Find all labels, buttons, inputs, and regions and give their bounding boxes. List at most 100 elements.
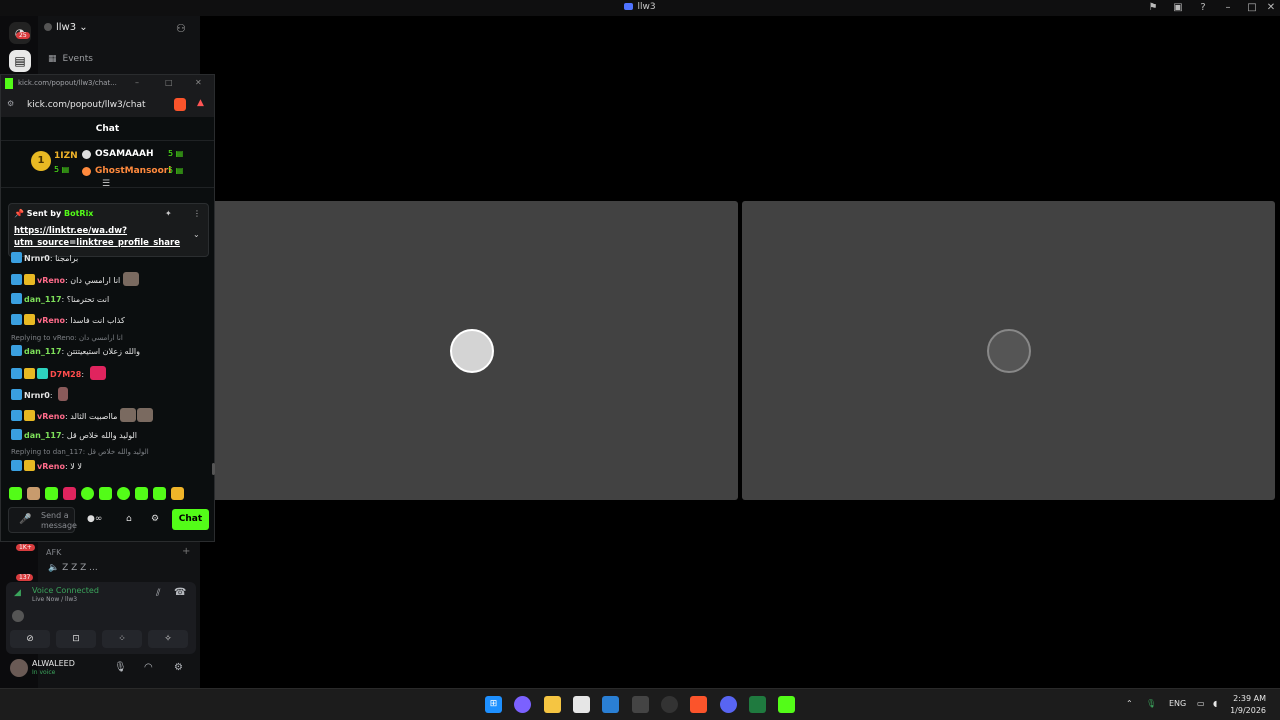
unpin-icon[interactable]: ✦ <box>165 209 172 218</box>
badge-icon <box>11 293 22 304</box>
popout-close-button[interactable]: ✕ <box>195 78 202 87</box>
expand-menu-icon[interactable]: ☰ <box>102 179 110 189</box>
video-tile-2[interactable] <box>742 201 1275 500</box>
chat-input[interactable]: 🎤 Send a message <box>8 507 77 533</box>
store-icon[interactable]: ⌂ <box>126 514 132 524</box>
language-indicator[interactable]: ENG <box>1169 699 1186 708</box>
windows-start-icon[interactable]: ⊞ <box>485 696 502 713</box>
popout-minimize-button[interactable]: – <box>135 78 139 87</box>
microphone-icon[interactable]: 🎙 <box>114 662 127 673</box>
microphone-icon[interactable]: 🎤 <box>19 514 31 525</box>
emote-icon <box>123 272 140 286</box>
chat-message[interactable]: D7M28: <box>11 366 106 380</box>
help-icon[interactable]: ? <box>1196 1 1210 15</box>
close-button[interactable]: ✕ <box>1264 1 1278 15</box>
emote-icon[interactable] <box>171 487 184 500</box>
copilot-icon[interactable] <box>514 696 531 713</box>
server-icon[interactable]: ▤ <box>9 50 31 72</box>
badge-icon <box>11 460 22 471</box>
activities-button[interactable]: ⁘ <box>102 630 142 648</box>
file-explorer-icon[interactable] <box>544 696 561 713</box>
chat-message[interactable]: dan_117: انت تحترمنا؟ <box>11 293 109 304</box>
pin-icon: 📌 <box>14 209 27 218</box>
brave-shield-icon[interactable] <box>174 98 186 111</box>
chat-message[interactable]: Nrnr0: <box>11 387 69 401</box>
address-bar[interactable]: ⚙ kick.com/popout/llw3/chat ▲ <box>1 93 214 117</box>
chevron-down-icon[interactable]: ⌄ <box>193 230 200 239</box>
minimize-button[interactable]: – <box>1221 1 1235 15</box>
emote-icon <box>120 408 137 422</box>
invite-icon[interactable]: ⚇ <box>176 22 186 35</box>
leader-third-user[interactable]: GhostMansoori <box>95 166 171 176</box>
send-chat-button[interactable]: Chat <box>172 509 209 530</box>
leader-first-user[interactable]: 1IZN <box>54 151 78 161</box>
extension-icon[interactable]: ▲ <box>197 98 209 110</box>
screen-icon[interactable]: ▣ <box>1171 1 1185 15</box>
emote-icon[interactable] <box>153 487 166 500</box>
excel-icon[interactable] <box>749 696 766 713</box>
chat-message[interactable]: vReno: مااصبيت الثالد <box>11 408 154 422</box>
signal-icon: ◢ <box>14 588 21 598</box>
calculator-icon[interactable] <box>632 696 649 713</box>
crown-icon <box>24 410 35 421</box>
url-text[interactable]: kick.com/popout/llw3/chat <box>27 100 146 110</box>
taskbar-clock[interactable]: 2:39 AM 1/9/2026 <box>1226 693 1266 717</box>
emote-icon[interactable] <box>9 487 22 500</box>
leader-first-count: 5 ▤ <box>54 165 70 174</box>
chat-message[interactable]: vReno: لا لا <box>11 460 82 471</box>
tray-chevron-icon[interactable]: ⌃ <box>1126 699 1133 708</box>
bot-name[interactable]: BotRix <box>64 209 93 218</box>
chat-message[interactable]: Nrnr0: برامجنا <box>11 252 78 263</box>
discord-icon[interactable] <box>720 696 737 713</box>
chat-settings-icon[interactable]: ⚙ <box>151 514 159 524</box>
emote-icon[interactable] <box>117 487 130 500</box>
noise-suppression-icon[interactable]: ⫽ <box>156 588 160 599</box>
headphones-icon[interactable]: ◠ <box>144 662 153 673</box>
chat-input-placeholder[interactable]: Send a message <box>41 511 77 531</box>
emote-icon[interactable] <box>45 487 58 500</box>
emote-icon[interactable] <box>27 487 40 500</box>
pinned-link[interactable]: https://linktr.ee/wa.dw? utm_source=linkt… <box>14 225 180 249</box>
afk-channel[interactable]: AFK <box>46 548 61 557</box>
chat-message[interactable]: vReno: كذاب انت فاسدا <box>11 314 125 325</box>
kick-icon[interactable] <box>778 696 795 713</box>
leader-second-user[interactable]: OSAMAAAH <box>95 149 153 159</box>
steam-icon[interactable] <box>661 696 678 713</box>
store-icon[interactable] <box>602 696 619 713</box>
chat-message[interactable]: dan_117: والله زعلان استيعيتتتن <box>11 345 140 356</box>
server-header[interactable]: llw3 ⌄ <box>44 22 88 33</box>
popout-maximize-button[interactable]: □ <box>165 78 173 87</box>
brave-browser-icon[interactable] <box>690 696 707 713</box>
emote-icon[interactable] <box>135 487 148 500</box>
voice-channel-user[interactable]: 🔈 Z Z Z ... <box>48 563 98 573</box>
site-settings-icon[interactable]: ⚙ <box>7 99 14 108</box>
soundboard-button[interactable]: ✧ <box>148 630 188 648</box>
badge-icon <box>82 150 91 159</box>
emote-icon[interactable] <box>81 487 94 500</box>
more-options-icon[interactable]: ⋮ <box>193 209 201 218</box>
video-tile-1[interactable] <box>208 201 738 500</box>
avatar <box>12 610 24 622</box>
chat-message[interactable]: dan_117: الوليد والله خلاص قل <box>11 429 137 440</box>
chat-scrollbar[interactable] <box>212 463 215 475</box>
chat-input-row: 🎤 Send a message ●∞ ⌂ ⚙ Chat <box>1 505 214 535</box>
disconnect-icon[interactable]: ☎ <box>174 587 186 598</box>
events-item[interactable]: ▦ Events <box>48 54 93 64</box>
tray-microphone-icon[interactable]: 🎙 <box>1146 699 1156 708</box>
quick-emote-row <box>9 485 209 500</box>
add-icon[interactable]: + <box>182 546 190 557</box>
chat-messages: Nrnr0: برامجنا vReno: انا ارامسي دان dan… <box>1 252 214 475</box>
screen-share-button[interactable]: ⊡ <box>56 630 96 648</box>
user-avatar[interactable] <box>10 659 28 677</box>
camera-off-button[interactable]: ⊘ <box>10 630 50 648</box>
network-icon[interactable]: ▭ <box>1197 699 1205 708</box>
notepad-icon[interactable] <box>573 696 590 713</box>
emote-picker-icon[interactable]: ●∞ <box>87 514 102 524</box>
chat-message[interactable]: vReno: انا ارامسي دان <box>11 272 140 286</box>
emote-icon[interactable] <box>63 487 76 500</box>
settings-icon[interactable]: ⚙ <box>174 662 183 673</box>
emote-icon[interactable] <box>99 487 112 500</box>
pin-icon[interactable]: ⚑ <box>1146 1 1160 15</box>
volume-icon[interactable]: ◖ <box>1213 699 1217 708</box>
maximize-button[interactable]: □ <box>1245 1 1259 15</box>
